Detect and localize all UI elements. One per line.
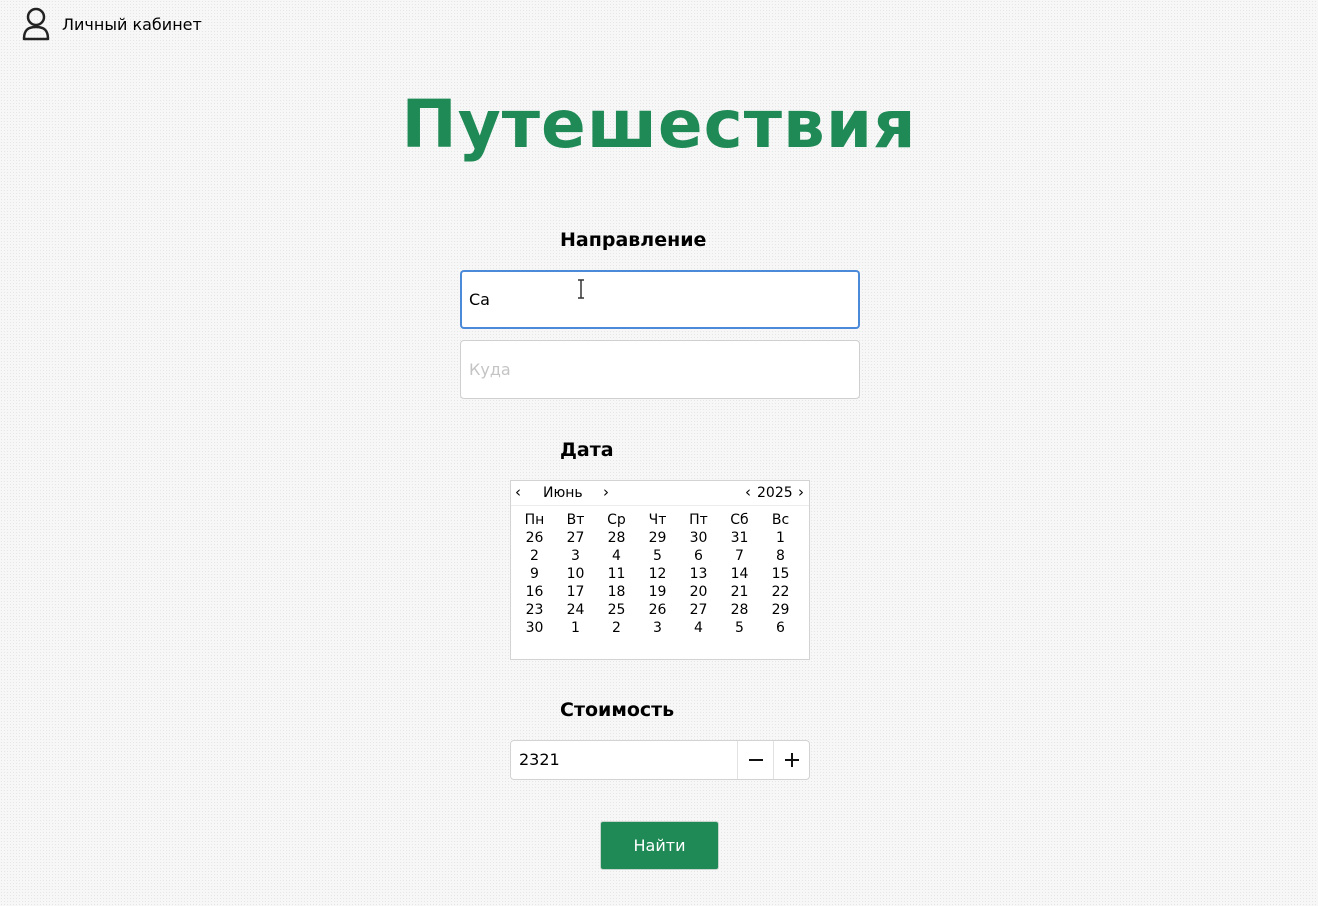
calendar-header: ‹ Июнь › ‹ 2025 ›: [511, 481, 809, 506]
calendar-day[interactable]: 1: [555, 619, 596, 637]
page-title: Путешествия: [401, 86, 917, 163]
calendar-day[interactable]: 10: [555, 565, 596, 583]
text-cursor-icon: [578, 279, 584, 299]
calendar-day[interactable]: 29: [760, 601, 801, 619]
account-link[interactable]: Личный кабинет: [20, 6, 202, 42]
calendar-day[interactable]: 29: [637, 529, 678, 547]
weekday-header: Вс: [771, 512, 790, 528]
calendar-day[interactable]: 13: [678, 565, 719, 583]
calendar-day[interactable]: 27: [555, 529, 596, 547]
minus-icon: [748, 759, 763, 761]
to-input[interactable]: [460, 340, 860, 399]
increment-button[interactable]: [773, 741, 809, 779]
user-icon: [22, 7, 50, 41]
cost-value[interactable]: 2321: [511, 741, 737, 779]
calendar-day[interactable]: 12: [637, 565, 678, 583]
calendar-day[interactable]: 26: [637, 601, 678, 619]
calendar-day[interactable]: 2: [596, 619, 637, 637]
calendar-day[interactable]: 25: [596, 601, 637, 619]
calendar-day[interactable]: 7: [719, 547, 760, 565]
next-year-icon[interactable]: ›: [798, 484, 804, 500]
calendar-month: Июнь: [543, 485, 583, 501]
calendar-day[interactable]: 11: [596, 565, 637, 583]
calendar-day[interactable]: 22: [760, 583, 801, 601]
calendar-day[interactable]: 5: [637, 547, 678, 565]
calendar-day[interactable]: 5: [719, 619, 760, 637]
date-label: Дата: [560, 439, 614, 461]
calendar-day[interactable]: 23: [514, 601, 555, 619]
weekday-header: Ср: [607, 512, 626, 528]
calendar-day[interactable]: 15: [760, 565, 801, 583]
calendar-day[interactable]: 6: [678, 547, 719, 565]
calendar-day[interactable]: 21: [719, 583, 760, 601]
next-month-icon[interactable]: ›: [603, 484, 609, 500]
weekday-header: Вт: [566, 512, 585, 528]
calendar-day[interactable]: 28: [596, 529, 637, 547]
calendar-day[interactable]: 9: [514, 565, 555, 583]
weekday-header: Пн: [524, 512, 545, 528]
calendar-day[interactable]: 14: [719, 565, 760, 583]
calendar-day[interactable]: 30: [678, 529, 719, 547]
calendar-day[interactable]: 31: [719, 529, 760, 547]
weekday-header: Сб: [730, 512, 749, 528]
calendar-day[interactable]: 26: [514, 529, 555, 547]
calendar-day[interactable]: 18: [596, 583, 637, 601]
calendar-day[interactable]: 3: [637, 619, 678, 637]
calendar-day[interactable]: 1: [760, 529, 801, 547]
calendar-day[interactable]: 20: [678, 583, 719, 601]
calendar-day[interactable]: 3: [555, 547, 596, 565]
weekday-header: Чт: [648, 512, 667, 528]
calendar-day[interactable]: 19: [637, 583, 678, 601]
calendar-grid: Пн Вт Ср Чт Пт Сб Вс 26 27 28 29 30 31 1 2 3 4 5 6 7 8 9 10 11 1…: [514, 511, 801, 637]
calendar-day[interactable]: 4: [596, 547, 637, 565]
search-button[interactable]: Найти: [600, 821, 719, 870]
calendar-day[interactable]: 6: [760, 619, 801, 637]
calendar-day[interactable]: 17: [555, 583, 596, 601]
calendar-day[interactable]: 8: [760, 547, 801, 565]
direction-label: Направление: [560, 229, 707, 251]
cost-stepper[interactable]: 2321: [510, 740, 810, 780]
calendar-year: 2025: [757, 485, 793, 501]
plus-icon: [784, 753, 799, 767]
cost-label: Стоимость: [560, 699, 675, 721]
calendar-day[interactable]: 24: [555, 601, 596, 619]
weekday-header: Пт: [689, 512, 708, 528]
account-label: Личный кабинет: [62, 14, 202, 34]
calendar-day[interactable]: 4: [678, 619, 719, 637]
prev-year-icon[interactable]: ‹: [745, 484, 751, 500]
calendar-day[interactable]: 27: [678, 601, 719, 619]
from-input[interactable]: [460, 270, 860, 329]
prev-month-icon[interactable]: ‹: [515, 484, 521, 500]
calendar-day[interactable]: 28: [719, 601, 760, 619]
calendar-day[interactable]: 2: [514, 547, 555, 565]
date-calendar: ‹ Июнь › ‹ 2025 › Пн Вт Ср Чт Пт Сб Вс 26 27 28 29…: [510, 480, 810, 660]
calendar-day[interactable]: 16: [514, 583, 555, 601]
calendar-day[interactable]: 30: [514, 619, 555, 637]
decrement-button[interactable]: [737, 741, 773, 779]
